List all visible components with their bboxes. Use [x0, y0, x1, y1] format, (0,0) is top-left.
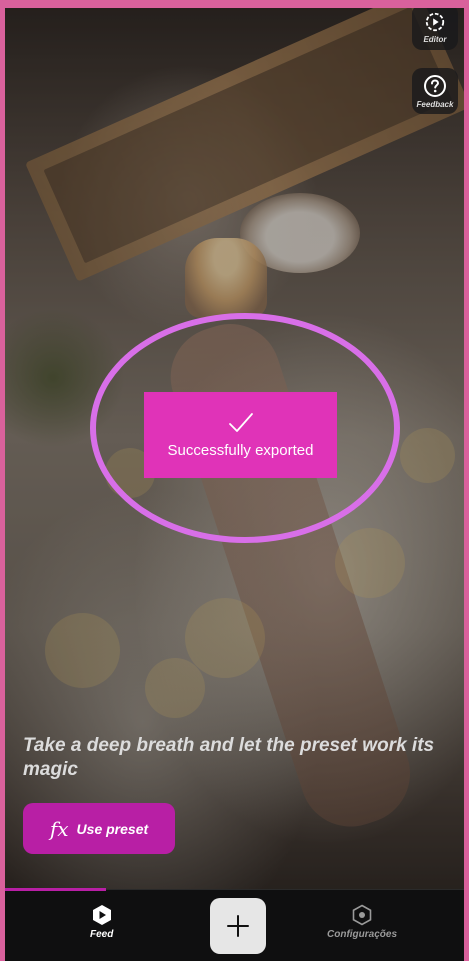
plus-icon [227, 915, 249, 937]
app-screen: Editor Feedback Successfully exported Ta… [5, 8, 464, 961]
feedback-button[interactable]: Feedback [412, 68, 458, 114]
nav-item-feed[interactable]: Feed [90, 904, 113, 940]
nav-label-settings: Configurações [327, 929, 398, 940]
feed-progress-bar [5, 888, 106, 891]
editor-button[interactable]: Editor [412, 8, 458, 50]
editor-label: Editor [423, 34, 447, 44]
use-preset-button[interactable]: fx Use preset [23, 803, 175, 854]
editor-icon [425, 12, 445, 31]
feedback-label: Feedback [416, 99, 454, 109]
question-icon [424, 74, 446, 97]
use-preset-label: Use preset [76, 820, 149, 837]
checkmark-icon [228, 412, 253, 432]
hexagon-settings-icon [352, 904, 372, 926]
nav-label-feed: Feed [90, 929, 114, 940]
add-button[interactable] [210, 898, 266, 954]
fx-icon: fx [49, 816, 69, 841]
play-icon [92, 905, 111, 925]
toast-message: Successfully exported [167, 441, 314, 459]
nav-item-settings[interactable]: Configurações [327, 904, 397, 940]
success-toast: Successfully exported [144, 392, 337, 478]
bottom-nav: Feed Configurações [5, 888, 464, 961]
preset-headline: Take a deep breath and let the preset wo… [23, 735, 435, 780]
